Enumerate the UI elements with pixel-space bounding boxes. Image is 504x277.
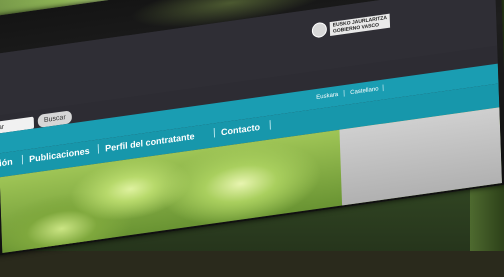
nav-separator: | — [20, 153, 24, 166]
nav-item-publicaciones[interactable]: Publicaciones — [29, 146, 90, 164]
nav-item-contacto[interactable]: Contacto — [221, 122, 260, 137]
gobierno-vasco-logo[interactable]: EUSKO JAURLARITZA GOBIERNO VASCO — [311, 13, 391, 39]
nav-separator: | — [268, 119, 272, 131]
language-separator: | — [382, 84, 385, 92]
coat-of-arms-icon — [311, 21, 328, 39]
language-castellano-link[interactable]: Castellano — [350, 86, 379, 96]
nav-separator: | — [212, 127, 216, 139]
language-euskara-link[interactable]: Euskara — [316, 92, 338, 101]
nav-item-partial[interactable]: ión — [0, 157, 13, 169]
nav-separator: | — [96, 143, 100, 155]
language-separator: | — [343, 89, 346, 98]
monitor-screen: EUSKO JAURLARITZA GOBIERNO VASCO Buscar … — [0, 0, 502, 254]
logo-text: EUSKO JAURLARITZA GOBIERNO VASCO — [329, 13, 391, 36]
